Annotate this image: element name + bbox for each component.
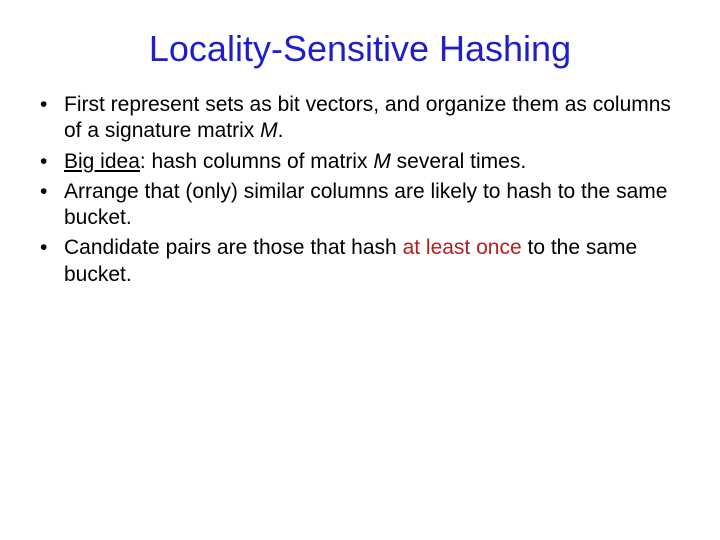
math-var: M bbox=[260, 119, 278, 142]
bullet-text: Candidate pairs are those that hash bbox=[64, 236, 403, 259]
bullet-item: Big idea: hash columns of matrix M sever… bbox=[30, 149, 690, 175]
slide-body: First represent sets as bit vectors, and… bbox=[0, 92, 720, 288]
slide: Locality-Sensitive Hashing First represe… bbox=[0, 0, 720, 540]
bullet-text: Arrange that (only) similar columns are … bbox=[64, 180, 667, 229]
emphasis-text: at least once bbox=[403, 236, 522, 259]
bullet-item: Arrange that (only) similar columns are … bbox=[30, 179, 690, 232]
bullet-text: : hash columns of matrix bbox=[140, 150, 373, 173]
bullet-text: . bbox=[278, 119, 284, 142]
bullet-lead: Big idea bbox=[64, 150, 140, 173]
math-var: M bbox=[373, 150, 391, 173]
bullet-list: First represent sets as bit vectors, and… bbox=[30, 92, 690, 288]
bullet-item: First represent sets as bit vectors, and… bbox=[30, 92, 690, 145]
bullet-text: several times. bbox=[391, 150, 526, 173]
slide-title: Locality-Sensitive Hashing bbox=[0, 0, 720, 92]
bullet-item: Candidate pairs are those that hash at l… bbox=[30, 235, 690, 288]
bullet-text: First represent sets as bit vectors, and… bbox=[64, 93, 671, 142]
